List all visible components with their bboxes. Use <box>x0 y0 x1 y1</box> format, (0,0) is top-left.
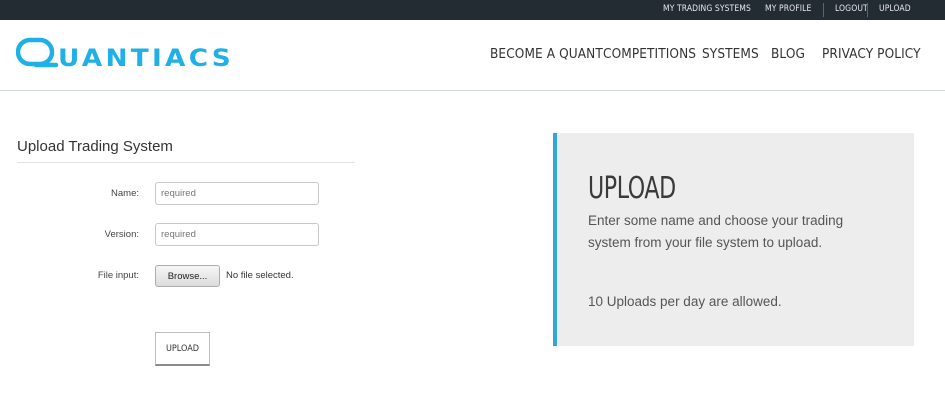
logout-link[interactable]: LOGOUT <box>835 0 868 20</box>
panel-description: Enter some name and choose your trading … <box>588 213 844 250</box>
version-label: Version: <box>104 229 139 240</box>
name-label: Name: <box>111 188 139 199</box>
my-profile-link[interactable]: MY PROFILE <box>765 0 811 20</box>
upload-submit-button[interactable]: UPLOAD <box>155 332 210 366</box>
my-trading-systems-link[interactable]: MY TRADING SYSTEMS <box>663 0 751 20</box>
upload-info-panel: UPLOAD Enter some name and choose your t… <box>553 133 914 346</box>
browse-button[interactable]: Browse... <box>155 265 220 287</box>
site-header: UANTIACS BECOME A QUANT COMPETITIONS SYS… <box>0 20 945 91</box>
panel-title: UPLOAD <box>588 171 676 206</box>
upload-limit-note: 10 Uploads per day are allowed. <box>588 294 782 309</box>
file-status-text: No file selected. <box>226 270 294 281</box>
nav-systems[interactable]: SYSTEMS <box>702 46 759 62</box>
topbar-divider <box>823 3 824 17</box>
version-input[interactable] <box>155 223 319 246</box>
form-title-divider <box>17 162 355 163</box>
topbar-divider <box>867 3 868 17</box>
form-title: Upload Trading System <box>17 138 173 155</box>
nav-privacy-policy[interactable]: PRIVACY POLICY <box>822 46 921 62</box>
top-utility-bar: MY TRADING SYSTEMS MY PROFILE LOGOUT UPL… <box>0 0 945 20</box>
nav-competitions[interactable]: COMPETITIONS <box>603 46 696 62</box>
file-input-label: File input: <box>97 270 139 281</box>
quantiacs-logo[interactable]: UANTIACS <box>16 37 238 71</box>
svg-text:UANTIACS: UANTIACS <box>58 44 234 71</box>
nav-become-a-quant[interactable]: BECOME A QUANT <box>490 46 603 62</box>
name-input[interactable] <box>155 182 319 205</box>
upload-link[interactable]: UPLOAD <box>879 0 911 20</box>
nav-blog[interactable]: BLOG <box>771 46 805 62</box>
